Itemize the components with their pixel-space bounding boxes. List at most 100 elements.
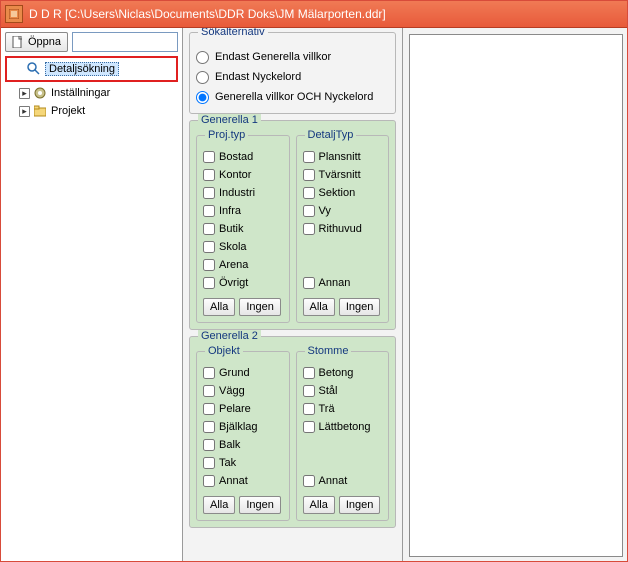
checkbox-input[interactable] <box>203 259 215 271</box>
checkbox-input[interactable] <box>203 277 215 289</box>
checkbox-input[interactable] <box>203 187 215 199</box>
checkbox-input[interactable] <box>303 385 315 397</box>
all-button[interactable]: Alla <box>203 496 235 514</box>
checkbox-input[interactable] <box>203 475 215 487</box>
radio-input[interactable] <box>196 91 209 104</box>
radio-label: Endast Nyckelord <box>215 71 301 83</box>
checkbox-label: Stål <box>319 385 338 397</box>
group-search-options: Sökalternativ Endast Generella villkor E… <box>189 32 396 114</box>
checkbox-label: Bostad <box>219 151 253 163</box>
checkbox-item[interactable]: Vy <box>303 202 383 220</box>
all-button[interactable]: Alla <box>203 298 235 316</box>
radio-input[interactable] <box>196 51 209 64</box>
radio-label: Endast Generella villkor <box>215 51 331 63</box>
tree-label-project: Projekt <box>51 105 85 117</box>
checkbox-input[interactable] <box>203 367 215 379</box>
checkbox-label: Annat <box>219 475 248 487</box>
checkbox-input[interactable] <box>303 169 315 181</box>
none-button[interactable]: Ingen <box>339 496 381 514</box>
subgroup-stomme: Stomme Betong Stål Trä Lättbetong Annat … <box>296 351 390 521</box>
expand-icon[interactable]: ▸ <box>19 88 30 99</box>
none-button[interactable]: Ingen <box>339 298 381 316</box>
checkbox-item[interactable]: Bostad <box>203 148 283 166</box>
checkbox-input[interactable] <box>303 205 315 217</box>
tree-item-settings[interactable]: ▸ Inställningar <box>5 84 178 102</box>
checkbox-input[interactable] <box>303 223 315 235</box>
group-label: Sökalternativ <box>198 28 268 38</box>
checkbox-item[interactable]: Grund <box>203 364 283 382</box>
expand-icon[interactable]: ▸ <box>19 106 30 117</box>
checkbox-label: Rithuvud <box>319 223 362 235</box>
checkbox-input[interactable] <box>203 223 215 235</box>
checkbox-label: Industri <box>219 187 255 199</box>
window-title: D D R [C:\Users\Niclas\Documents\DDR Dok… <box>29 7 386 21</box>
none-button[interactable]: Ingen <box>239 496 281 514</box>
checkbox-input[interactable] <box>203 151 215 163</box>
checkbox-label: Lättbetong <box>319 421 371 433</box>
navigation-pane: Öppna Detaljsökning ▸ Ins <box>1 28 183 561</box>
checkbox-label: Trä <box>319 403 335 415</box>
checkbox-label: Tvärsnitt <box>319 169 361 181</box>
subgroup-label: Objekt <box>205 345 243 357</box>
checkbox-item[interactable]: Tvärsnitt <box>303 166 383 184</box>
radio-label: Generella villkor OCH Nyckelord <box>215 91 373 103</box>
radio-input[interactable] <box>196 71 209 84</box>
checkbox-input[interactable] <box>203 403 215 415</box>
all-button[interactable]: Alla <box>303 298 335 316</box>
checkbox-input[interactable] <box>203 457 215 469</box>
checkbox-item[interactable]: Skola <box>203 238 283 256</box>
radio-general-only[interactable]: Endast Generella villkor <box>196 47 389 67</box>
checkbox-input[interactable] <box>303 277 315 289</box>
all-button[interactable]: Alla <box>303 496 335 514</box>
checkbox-input[interactable] <box>303 187 315 199</box>
checkbox-item[interactable]: Stål <box>303 382 383 400</box>
checkbox-item[interactable]: Rithuvud <box>303 220 383 238</box>
checkbox-item[interactable]: Bjälklag <box>203 418 283 436</box>
checkbox-item[interactable]: Trä <box>303 400 383 418</box>
checkbox-input[interactable] <box>203 169 215 181</box>
open-button[interactable]: Öppna <box>5 32 68 52</box>
checkbox-item[interactable]: Kontor <box>203 166 283 184</box>
checkbox-input[interactable] <box>303 421 315 433</box>
group-label: Generella 2 <box>198 330 261 342</box>
checkbox-label: Skola <box>219 241 247 253</box>
title-bar[interactable]: D D R [C:\Users\Niclas\Documents\DDR Dok… <box>1 1 627 28</box>
checkbox-item[interactable]: Pelare <box>203 400 283 418</box>
checkbox-input[interactable] <box>303 403 315 415</box>
checkbox-label: Grund <box>219 367 250 379</box>
checkbox-item[interactable]: Plansnitt <box>303 148 383 166</box>
checkbox-item[interactable]: Sektion <box>303 184 383 202</box>
checkbox-item[interactable]: Balk <box>203 436 283 454</box>
checkbox-item[interactable]: Övrigt <box>203 274 283 292</box>
radio-both[interactable]: Generella villkor OCH Nyckelord <box>196 87 389 107</box>
subgroup-detaljtyp: DetaljTyp Plansnitt Tvärsnitt Sektion Vy… <box>296 135 390 323</box>
tree-item-project[interactable]: ▸ Projekt <box>5 102 178 120</box>
path-input[interactable] <box>72 32 178 52</box>
radio-keyword-only[interactable]: Endast Nyckelord <box>196 67 389 87</box>
highlight-box: Detaljsökning <box>5 56 178 82</box>
checkbox-input[interactable] <box>203 205 215 217</box>
checkbox-item[interactable]: Tak <box>203 454 283 472</box>
tree-item-detail-search[interactable]: Detaljsökning <box>9 60 174 78</box>
checkbox-input[interactable] <box>203 241 215 253</box>
checkbox-item-other[interactable]: Annan <box>303 274 383 292</box>
checkbox-input[interactable] <box>203 421 215 433</box>
checkbox-item[interactable]: Betong <box>303 364 383 382</box>
checkbox-input[interactable] <box>303 367 315 379</box>
checkbox-input[interactable] <box>303 475 315 487</box>
checkbox-item[interactable]: Annat <box>203 472 283 490</box>
checkbox-item[interactable]: Vägg <box>203 382 283 400</box>
checkbox-label: Butik <box>219 223 243 235</box>
checkbox-item[interactable]: Butik <box>203 220 283 238</box>
checkbox-item[interactable]: Industri <box>203 184 283 202</box>
checkbox-input[interactable] <box>303 151 315 163</box>
checkbox-label: Vägg <box>219 385 245 397</box>
checkbox-item-other[interactable]: Annat <box>303 472 383 490</box>
checkbox-item[interactable]: Lättbetong <box>303 418 383 436</box>
checkbox-input[interactable] <box>203 439 215 451</box>
none-button[interactable]: Ingen <box>239 298 281 316</box>
checkbox-item[interactable]: Arena <box>203 256 283 274</box>
checkbox-label: Bjälklag <box>219 421 258 433</box>
checkbox-item[interactable]: Infra <box>203 202 283 220</box>
checkbox-input[interactable] <box>203 385 215 397</box>
